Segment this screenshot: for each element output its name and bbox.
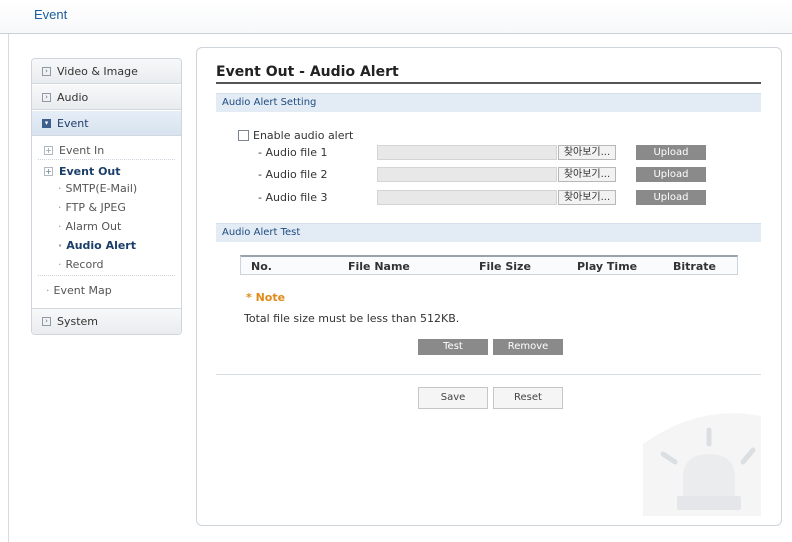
- remove-button[interactable]: Remove: [493, 339, 563, 355]
- audio-file-label: - Audio file 3: [258, 191, 328, 204]
- sidebar-item-audio[interactable]: › Audio: [32, 85, 181, 110]
- divider: [216, 374, 761, 375]
- sidebar-leaf-label: Audio Alert: [66, 239, 136, 252]
- alarm-light-icon: [643, 413, 761, 516]
- title-underline: [216, 82, 761, 84]
- sidebar-leaf-alarm-out[interactable]: · Alarm Out: [58, 220, 121, 233]
- audio-file-row-2: - Audio file 2 찾아보기... Upload: [216, 167, 761, 182]
- audio-file-row-3: - Audio file 3 찾아보기... Upload: [216, 190, 761, 205]
- sidebar-leaf-ftp-jpeg[interactable]: · FTP & JPEG: [58, 201, 126, 214]
- page-header-title: Event: [34, 7, 68, 22]
- plus-icon: +: [44, 146, 53, 155]
- browse-button[interactable]: 찾아보기...: [558, 145, 616, 160]
- note-text: Total file size must be less than 512KB.: [244, 312, 460, 325]
- sidebar-leaf-audio-alert[interactable]: · Audio Alert: [58, 239, 136, 252]
- sidebar-item-label: Event: [57, 116, 89, 130]
- expand-icon: ›: [42, 92, 51, 102]
- sidebar-item-label: Video & Image: [57, 64, 138, 78]
- sidebar-leaf-label: SMTP(E-Mail): [65, 182, 138, 195]
- sidebar: › Video & Image › Audio ▾ Event + Event …: [31, 58, 182, 335]
- audio-file-3-input[interactable]: [377, 190, 557, 205]
- sidebar-subitem-event-out[interactable]: + Event Out: [44, 165, 121, 178]
- browse-button[interactable]: 찾아보기...: [558, 167, 616, 182]
- expand-icon: ›: [42, 66, 51, 76]
- section-header-audio-alert-setting: Audio Alert Setting: [216, 93, 761, 112]
- sidebar-leaf-label: Alarm Out: [65, 220, 122, 233]
- main-panel: Event Out - Audio Alert Audio Alert Sett…: [196, 47, 782, 526]
- top-bar: Event: [0, 0, 792, 34]
- page-title: Event Out - Audio Alert: [216, 64, 399, 80]
- sidebar-subitem-label: Event Map: [53, 284, 112, 297]
- sidebar-subitem-label: Event In: [59, 144, 105, 157]
- sidebar-item-label: Audio: [57, 90, 89, 104]
- audio-file-label: - Audio file 1: [258, 146, 328, 159]
- sidebar-item-video-image[interactable]: › Video & Image: [32, 59, 181, 84]
- sidebar-item-system[interactable]: › System: [32, 308, 181, 334]
- audio-file-label: - Audio file 2: [258, 168, 328, 181]
- sidebar-item-label: System: [57, 315, 99, 328]
- save-button[interactable]: Save: [418, 387, 488, 409]
- reset-button[interactable]: Reset: [493, 387, 563, 409]
- column-header-no: No.: [251, 260, 272, 273]
- divider: [38, 159, 175, 160]
- upload-button[interactable]: Upload: [636, 145, 706, 160]
- enable-audio-alert-checkbox[interactable]: [238, 130, 249, 141]
- plus-icon: +: [44, 167, 53, 176]
- enable-audio-alert-label: Enable audio alert: [253, 129, 354, 142]
- sidebar-subitem-label: Event Out: [59, 165, 121, 178]
- audio-test-table-header: No. File Name File Size Play Time Bitrat…: [240, 255, 738, 275]
- test-button[interactable]: Test: [418, 339, 488, 355]
- audio-file-2-input[interactable]: [377, 167, 557, 182]
- collapse-icon: ▾: [42, 118, 51, 128]
- sidebar-subitem-event-map[interactable]: · Event Map: [46, 284, 112, 297]
- column-header-file-name: File Name: [348, 260, 410, 273]
- column-header-file-size: File Size: [479, 260, 531, 273]
- sidebar-leaf-label: Record: [65, 258, 104, 271]
- upload-button[interactable]: Upload: [636, 167, 706, 182]
- sidebar-leaf-smtp[interactable]: · SMTP(E-Mail): [58, 182, 137, 195]
- audio-file-1-input[interactable]: [377, 145, 557, 160]
- sidebar-leaf-label: FTP & JPEG: [65, 201, 126, 214]
- sidebar-leaf-record[interactable]: · Record: [58, 258, 104, 271]
- upload-button[interactable]: Upload: [636, 190, 706, 205]
- browse-button[interactable]: 찾아보기...: [558, 190, 616, 205]
- note-title: * Note: [246, 291, 286, 304]
- expand-icon: ›: [42, 317, 51, 326]
- column-header-play-time: Play Time: [577, 260, 638, 273]
- enable-audio-alert-row[interactable]: Enable audio alert: [238, 129, 353, 142]
- sidebar-item-event[interactable]: ▾ Event: [32, 111, 181, 136]
- column-header-bitrate: Bitrate: [673, 260, 716, 273]
- audio-file-row-1: - Audio file 1 찾아보기... Upload: [216, 145, 761, 160]
- sidebar-subitem-event-in[interactable]: + Event In: [44, 144, 104, 157]
- divider: [38, 275, 175, 276]
- section-header-audio-alert-test: Audio Alert Test: [216, 223, 761, 242]
